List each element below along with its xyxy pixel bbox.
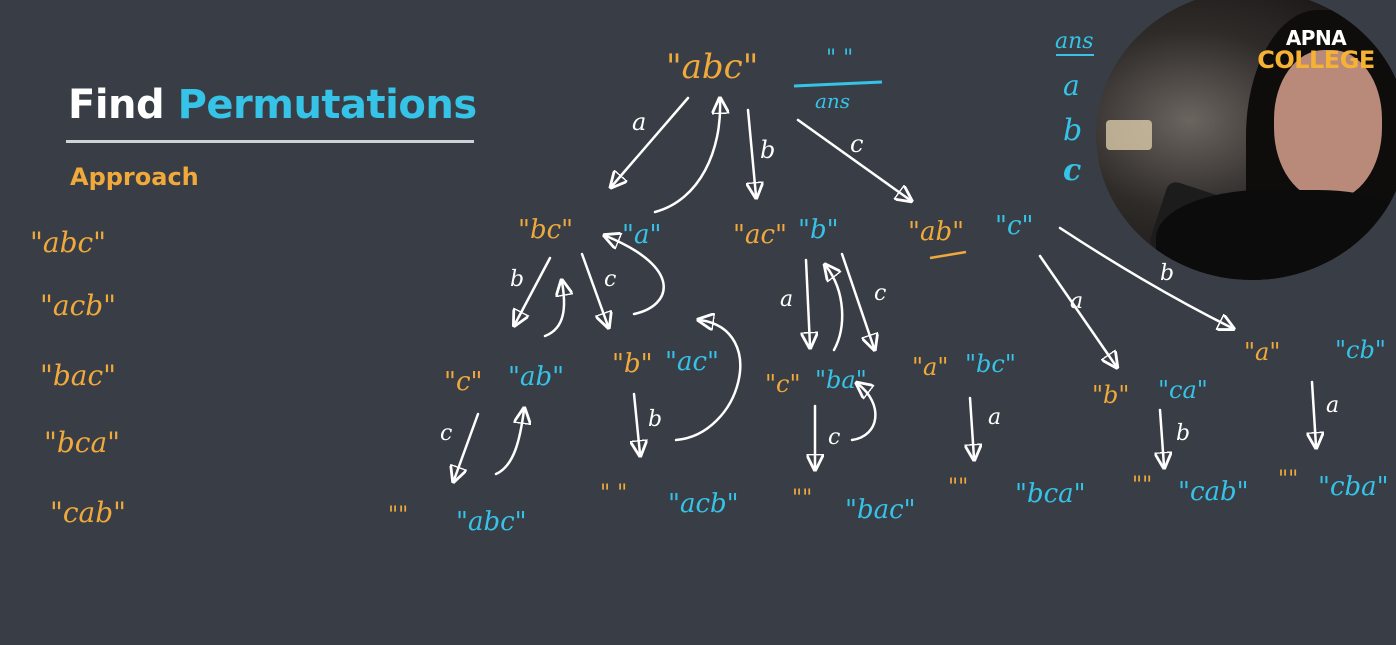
node-ans: "ba" bbox=[815, 366, 867, 394]
edge-label: b bbox=[648, 407, 662, 432]
choices-column: ans a b c bbox=[1055, 29, 1094, 188]
level2-node: "a" "cb" bbox=[1244, 336, 1386, 366]
background-lamp bbox=[1106, 120, 1152, 150]
node-ans: "c" bbox=[995, 211, 1033, 241]
level2-node: "b" "ac" bbox=[612, 347, 719, 379]
leaf-rest: "" bbox=[1132, 473, 1152, 498]
node-rest: "bc" bbox=[518, 215, 573, 245]
leaf-node: " " "acb" bbox=[600, 481, 739, 519]
leaf-rest: "" bbox=[1278, 467, 1298, 492]
node-ans: "bc" bbox=[965, 350, 1016, 378]
edge-label: a bbox=[1326, 393, 1339, 418]
level2-node: "c" "ba" bbox=[765, 366, 867, 398]
node-ans: "ab" bbox=[508, 362, 564, 392]
leaf-rest: "" bbox=[948, 475, 968, 500]
edge-label: c bbox=[440, 421, 452, 446]
return-arrow bbox=[543, 282, 564, 338]
root-node: "abc" bbox=[666, 47, 758, 87]
edge-label: b bbox=[760, 136, 775, 164]
result-item: "abc" bbox=[30, 226, 106, 259]
leaf-ans: "abc" bbox=[456, 507, 527, 537]
leaf-ans: "cba" bbox=[1318, 472, 1389, 502]
leaf-node: "" "abc" bbox=[388, 503, 527, 537]
node-underline bbox=[929, 250, 967, 260]
ans-box: " " ans bbox=[793, 46, 883, 113]
channel-logo: APNA COLLEGE bbox=[1256, 28, 1376, 72]
edge-a-leaf bbox=[1312, 380, 1316, 446]
edge-label: b bbox=[1176, 421, 1190, 446]
root-edge-b bbox=[748, 108, 756, 196]
leaf-node: "" "bac" bbox=[792, 486, 916, 525]
edge-c-leaf bbox=[454, 412, 480, 480]
leaf-ans: "cab" bbox=[1178, 477, 1249, 507]
node-rest: "ac" bbox=[733, 220, 787, 250]
leaf-node: "" "cab" bbox=[1132, 473, 1249, 507]
edge-label: b bbox=[510, 267, 524, 292]
result-item: "cab" bbox=[50, 496, 126, 529]
choice-c: c bbox=[1063, 153, 1081, 188]
edge-label: a bbox=[988, 405, 1001, 430]
node-rest: "a" bbox=[1244, 338, 1280, 366]
edge-label: a bbox=[780, 287, 793, 312]
edge-label: a bbox=[632, 108, 646, 136]
level1-node: "ac" "b" bbox=[733, 215, 839, 250]
choices-header: ans bbox=[1055, 29, 1094, 54]
edge-b-leaf bbox=[634, 392, 640, 454]
return-arrow bbox=[826, 266, 844, 352]
presenter-shoulders bbox=[1156, 190, 1396, 280]
level1-node: "ab" "c" bbox=[908, 211, 1033, 260]
return-arrow bbox=[674, 320, 742, 442]
edge-label: c bbox=[828, 425, 840, 450]
root-edge-a bbox=[612, 96, 690, 186]
node-rest: "b" bbox=[612, 349, 653, 379]
edge-label: c bbox=[874, 281, 886, 306]
level2-node: "b" "ca" bbox=[1092, 376, 1208, 409]
edge-b-leaf bbox=[1160, 408, 1164, 466]
leaf-rest: "" bbox=[792, 486, 812, 511]
level1-node: "bc" "a" bbox=[518, 215, 661, 250]
logo-line-1: APNA bbox=[1285, 26, 1347, 50]
permutation-result-list: "abc" "acb" "bac" "bca" "cab" bbox=[30, 226, 126, 529]
result-item: "bca" bbox=[44, 426, 120, 459]
level2-node: "c" "ab" bbox=[444, 362, 564, 397]
result-item: "bac" bbox=[40, 359, 116, 392]
result-item: "acb" bbox=[40, 289, 116, 322]
node-rest: "c" bbox=[765, 370, 801, 398]
node-rest: "a" bbox=[912, 353, 948, 381]
leaf-ans: "bca" bbox=[1015, 479, 1086, 509]
leaf-rest: "" bbox=[388, 503, 408, 528]
leaf-ans: "acb" bbox=[668, 489, 739, 519]
leaf-rest: " " bbox=[600, 481, 627, 506]
choice-b: b bbox=[1063, 113, 1082, 148]
edge-ac-a bbox=[806, 258, 810, 346]
level2-node: "a" "bc" bbox=[912, 350, 1016, 381]
edge-label: a bbox=[1070, 289, 1083, 314]
edge-ac-c bbox=[840, 252, 874, 348]
node-ans: "ac" bbox=[665, 347, 719, 377]
edge-label: c bbox=[604, 267, 616, 292]
node-ans: "cb" bbox=[1335, 336, 1386, 364]
node-rest: "b" bbox=[1092, 381, 1129, 409]
leaf-node: "" "cba" bbox=[1278, 467, 1389, 502]
edge-a-leaf bbox=[970, 396, 974, 458]
node-rest: "c" bbox=[444, 367, 482, 397]
choice-a: a bbox=[1063, 69, 1080, 102]
return-arrow bbox=[653, 100, 720, 214]
leaf-node: "" "bca" bbox=[948, 475, 1086, 509]
ans-empty-value: " " bbox=[826, 46, 853, 71]
ans-label: ans bbox=[815, 89, 850, 113]
node-ans: "ca" bbox=[1158, 376, 1208, 404]
leaf-ans: "bac" bbox=[845, 495, 916, 525]
return-arrow bbox=[494, 410, 524, 476]
node-rest: "ab" bbox=[908, 217, 964, 247]
ans-divider bbox=[793, 80, 883, 88]
node-ans: "b" bbox=[798, 215, 839, 245]
logo-line-2: COLLEGE bbox=[1257, 46, 1375, 74]
edge-label: c bbox=[850, 130, 863, 158]
